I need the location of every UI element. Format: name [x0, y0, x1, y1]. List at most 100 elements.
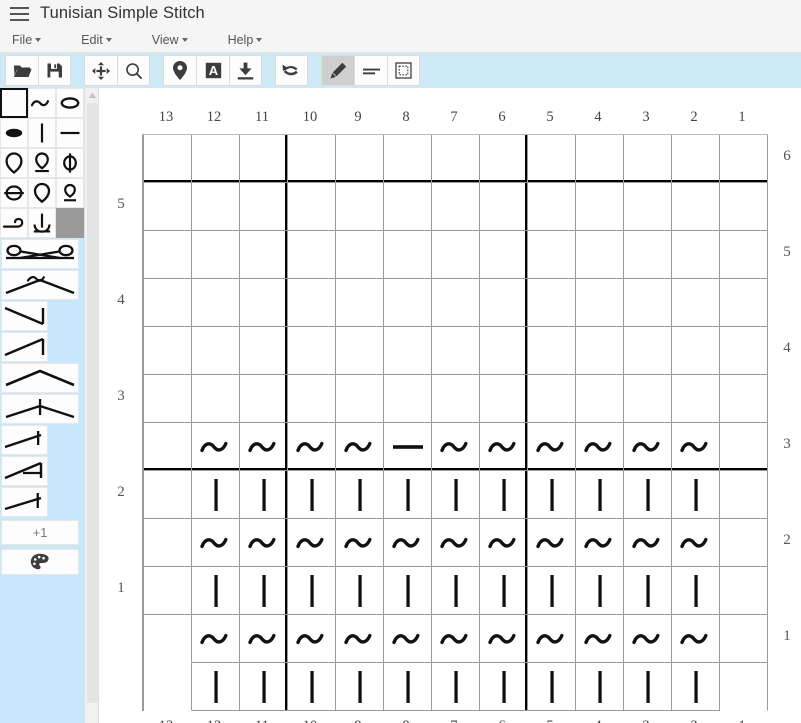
chart-cell[interactable] [624, 279, 672, 327]
chart-cell[interactable] [288, 567, 336, 615]
chart-cell[interactable] [336, 615, 384, 663]
chart-cell[interactable] [624, 471, 672, 519]
stitch-phi[interactable] [56, 148, 84, 178]
chart-cell[interactable] [528, 615, 576, 663]
chart-cell[interactable] [288, 519, 336, 567]
menu-file[interactable]: File [6, 31, 47, 49]
chart-cell[interactable] [192, 567, 240, 615]
chart-cell[interactable] [192, 231, 240, 279]
chart-cell[interactable] [576, 615, 624, 663]
chart-cell[interactable] [192, 375, 240, 423]
color-picker-button[interactable] [1, 549, 79, 575]
chart-cell[interactable] [144, 519, 192, 567]
select-region-button[interactable] [387, 55, 420, 86]
chart-cell[interactable] [624, 423, 672, 471]
menu-view[interactable]: View [146, 31, 194, 49]
chart-cell[interactable] [720, 375, 768, 423]
chart-cell[interactable] [192, 279, 240, 327]
chart-cell[interactable] [144, 567, 192, 615]
chart-cell[interactable] [720, 279, 768, 327]
chart-cell[interactable] [144, 183, 192, 231]
chart-cell[interactable] [480, 567, 528, 615]
chart-cell[interactable] [432, 231, 480, 279]
chart-cell[interactable] [576, 135, 624, 183]
chart-cell[interactable] [576, 567, 624, 615]
chart-cell[interactable] [384, 135, 432, 183]
stitch-slant-stem[interactable] [1, 425, 48, 455]
chart-cell[interactable] [192, 615, 240, 663]
chart-cell[interactable] [288, 135, 336, 183]
zoom-tool-button[interactable] [117, 55, 150, 86]
chart-cell[interactable] [336, 183, 384, 231]
chart-cell[interactable] [480, 231, 528, 279]
stitch-diagonal-right[interactable] [1, 301, 48, 331]
chart-cell[interactable] [144, 663, 192, 711]
chart-cell[interactable] [192, 519, 240, 567]
stitch-open-teardrop[interactable] [28, 178, 56, 208]
chart-cell[interactable] [336, 231, 384, 279]
stitch-hook[interactable] [0, 208, 28, 238]
chart-cell[interactable] [528, 471, 576, 519]
chart-cell[interactable] [720, 663, 768, 711]
chart-cell[interactable] [192, 423, 240, 471]
chart-cell[interactable] [432, 615, 480, 663]
chart-cell[interactable] [240, 183, 288, 231]
stitch-diagonal-left[interactable] [1, 332, 48, 362]
chart-cell[interactable] [720, 423, 768, 471]
chart-cell[interactable] [192, 183, 240, 231]
chart-cell[interactable] [432, 663, 480, 711]
chart-cell[interactable] [432, 471, 480, 519]
chart-cell[interactable] [192, 471, 240, 519]
chart-cell[interactable] [720, 183, 768, 231]
chart-cell[interactable] [480, 519, 528, 567]
chart-cell[interactable] [144, 231, 192, 279]
chart-cell[interactable] [384, 471, 432, 519]
chart-cell[interactable] [144, 471, 192, 519]
chart-cell[interactable] [240, 519, 288, 567]
stitch-chevron[interactable] [1, 363, 79, 393]
chart-cell[interactable] [240, 135, 288, 183]
chart-cell[interactable] [288, 615, 336, 663]
chart-cell[interactable] [528, 135, 576, 183]
chart-cell[interactable] [240, 279, 288, 327]
stitch-chevron-stem[interactable] [1, 394, 79, 424]
chart-cell[interactable] [336, 135, 384, 183]
stitch-small-teardrop-underline[interactable] [56, 178, 84, 208]
chart-cell[interactable] [480, 327, 528, 375]
chart-cell[interactable] [384, 615, 432, 663]
stitch-blank[interactable] [0, 88, 28, 118]
hamburger-menu-icon[interactable] [4, 0, 34, 27]
chart-cell[interactable] [240, 327, 288, 375]
add-row-button[interactable]: +1 [1, 520, 79, 545]
stitch-vertical-bar[interactable] [28, 118, 56, 148]
chart-cell[interactable] [720, 327, 768, 375]
chart-cell[interactable] [480, 183, 528, 231]
chart-cell[interactable] [576, 375, 624, 423]
chart-cell[interactable] [528, 519, 576, 567]
chart-cell[interactable] [144, 327, 192, 375]
chart-cell[interactable] [576, 183, 624, 231]
stitch-barred-loop[interactable] [0, 178, 28, 208]
scroll-up-arrow-icon[interactable] [85, 88, 100, 102]
chart-cell[interactable] [480, 423, 528, 471]
chart-cell[interactable] [288, 231, 336, 279]
chart-cell[interactable] [192, 327, 240, 375]
stitch-anchor[interactable] [28, 208, 56, 238]
chart-canvas[interactable]: 13121110987654321 13121110987654321 5432… [99, 88, 801, 723]
stitch-dash[interactable] [56, 118, 84, 148]
chart-cell[interactable] [288, 375, 336, 423]
chart-cell[interactable] [144, 423, 192, 471]
chart-cell[interactable] [336, 663, 384, 711]
chart-cell[interactable] [672, 231, 720, 279]
chart-cell[interactable] [672, 135, 720, 183]
chart-cell[interactable] [624, 327, 672, 375]
chart-cell[interactable] [480, 471, 528, 519]
text-tool-button[interactable]: A [196, 55, 229, 86]
chart-cell[interactable] [384, 423, 432, 471]
chart-cell[interactable] [336, 279, 384, 327]
chart-cell[interactable] [432, 183, 480, 231]
stitch-slant-stem-2[interactable] [1, 487, 48, 517]
chart-cell[interactable] [672, 519, 720, 567]
chart-cell[interactable] [288, 279, 336, 327]
chart-cell[interactable] [384, 519, 432, 567]
